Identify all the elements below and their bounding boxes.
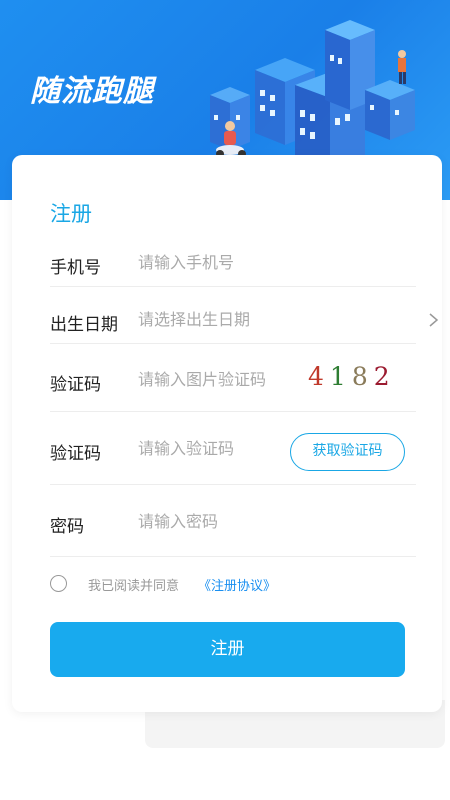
captcha-digit: 8 (351, 362, 374, 391)
sms-code-row: 验证码 获取验证码 (50, 412, 416, 485)
phone-row: 手机号 (50, 231, 416, 287)
birthdate-label: 出生日期 (50, 315, 118, 335)
birthdate-row[interactable]: 出生日期 (50, 287, 439, 344)
register-button[interactable]: 注册 (50, 622, 405, 677)
register-card: 注册 手机号 出生日期 验证码 4182 验证码 获取验证码 密码 我已阅读并同… (12, 155, 442, 712)
image-captcha-input[interactable] (138, 370, 308, 389)
agreement-text: 我已阅读并同意 (88, 579, 180, 594)
app-title: 随流跑腿 (30, 74, 154, 109)
agreement-checkbox[interactable] (50, 575, 67, 592)
sms-code-input[interactable] (138, 439, 308, 458)
phone-input[interactable] (138, 253, 308, 272)
password-label: 密码 (50, 517, 84, 537)
password-row: 密码 (50, 485, 416, 557)
chevron-right-icon[interactable] (426, 313, 440, 327)
phone-label: 手机号 (50, 258, 101, 278)
image-captcha-label: 验证码 (50, 375, 101, 395)
captcha-digit: 1 (329, 362, 352, 391)
get-code-button[interactable]: 获取验证码 (290, 433, 405, 471)
captcha-digit: 4 (308, 362, 330, 391)
form-title: 注册 (50, 202, 92, 226)
image-captcha-row: 验证码 4182 (50, 344, 416, 412)
birthdate-input[interactable] (138, 310, 308, 329)
captcha-digit: 2 (373, 362, 396, 391)
agreement-link[interactable]: 《注册协议》 (198, 575, 276, 594)
sms-code-label: 验证码 (50, 444, 101, 464)
password-input[interactable] (138, 512, 308, 531)
agreement-row: 我已阅读并同意 《注册协议》 (50, 573, 410, 595)
captcha-image[interactable]: 4182 (308, 362, 396, 391)
